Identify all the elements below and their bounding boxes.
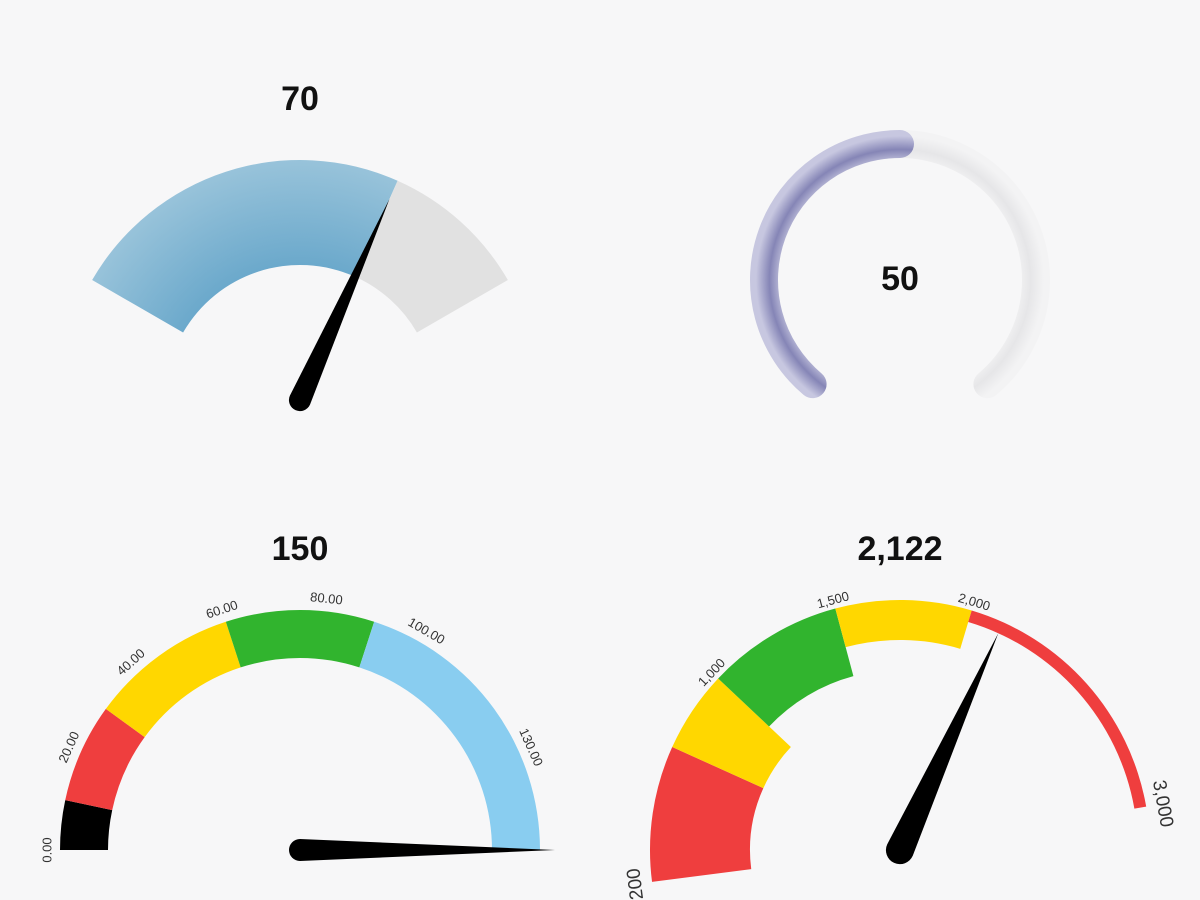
gauge-4: 2,122 2001,0001,500 2,0003,000 <box>623 530 1177 900</box>
gauge-4-tick-label: 200 <box>623 867 648 900</box>
gauge-2-value-arc <box>750 130 914 399</box>
gauge-3: 150 0.0020.0040.0060.00 80.00100.00130.00 <box>39 530 555 863</box>
gauge-1-value-arc <box>92 159 398 333</box>
gauge-dashboard: 70 50 150 0.0020.0040.0060.00 80.00100.00… <box>39 80 1177 900</box>
gauge-3-band-4 <box>359 621 540 850</box>
gauge-3-band-2 <box>105 621 241 738</box>
gauge-3-tick-label: 0.00 <box>39 837 54 862</box>
gauge-4-needle <box>885 633 999 865</box>
gauge-1-value: 70 <box>281 80 319 118</box>
gauge-3-band-3 <box>225 610 375 668</box>
gauge-3-tick-label: 60.00 <box>204 597 240 621</box>
gauge-3-bands <box>60 610 540 850</box>
gauge-4-value: 2,122 <box>857 530 942 568</box>
gauge-2-value: 50 <box>881 260 919 298</box>
gauge-4-band-3 <box>835 600 972 649</box>
gauge-2: 50 <box>750 130 1050 399</box>
gauge-4-tick-label: 3,000 <box>1148 778 1177 828</box>
gauge-3-value: 150 <box>272 530 329 568</box>
gauge-3-tick-label: 80.00 <box>309 589 343 607</box>
gauge-1: 70 <box>92 80 508 412</box>
